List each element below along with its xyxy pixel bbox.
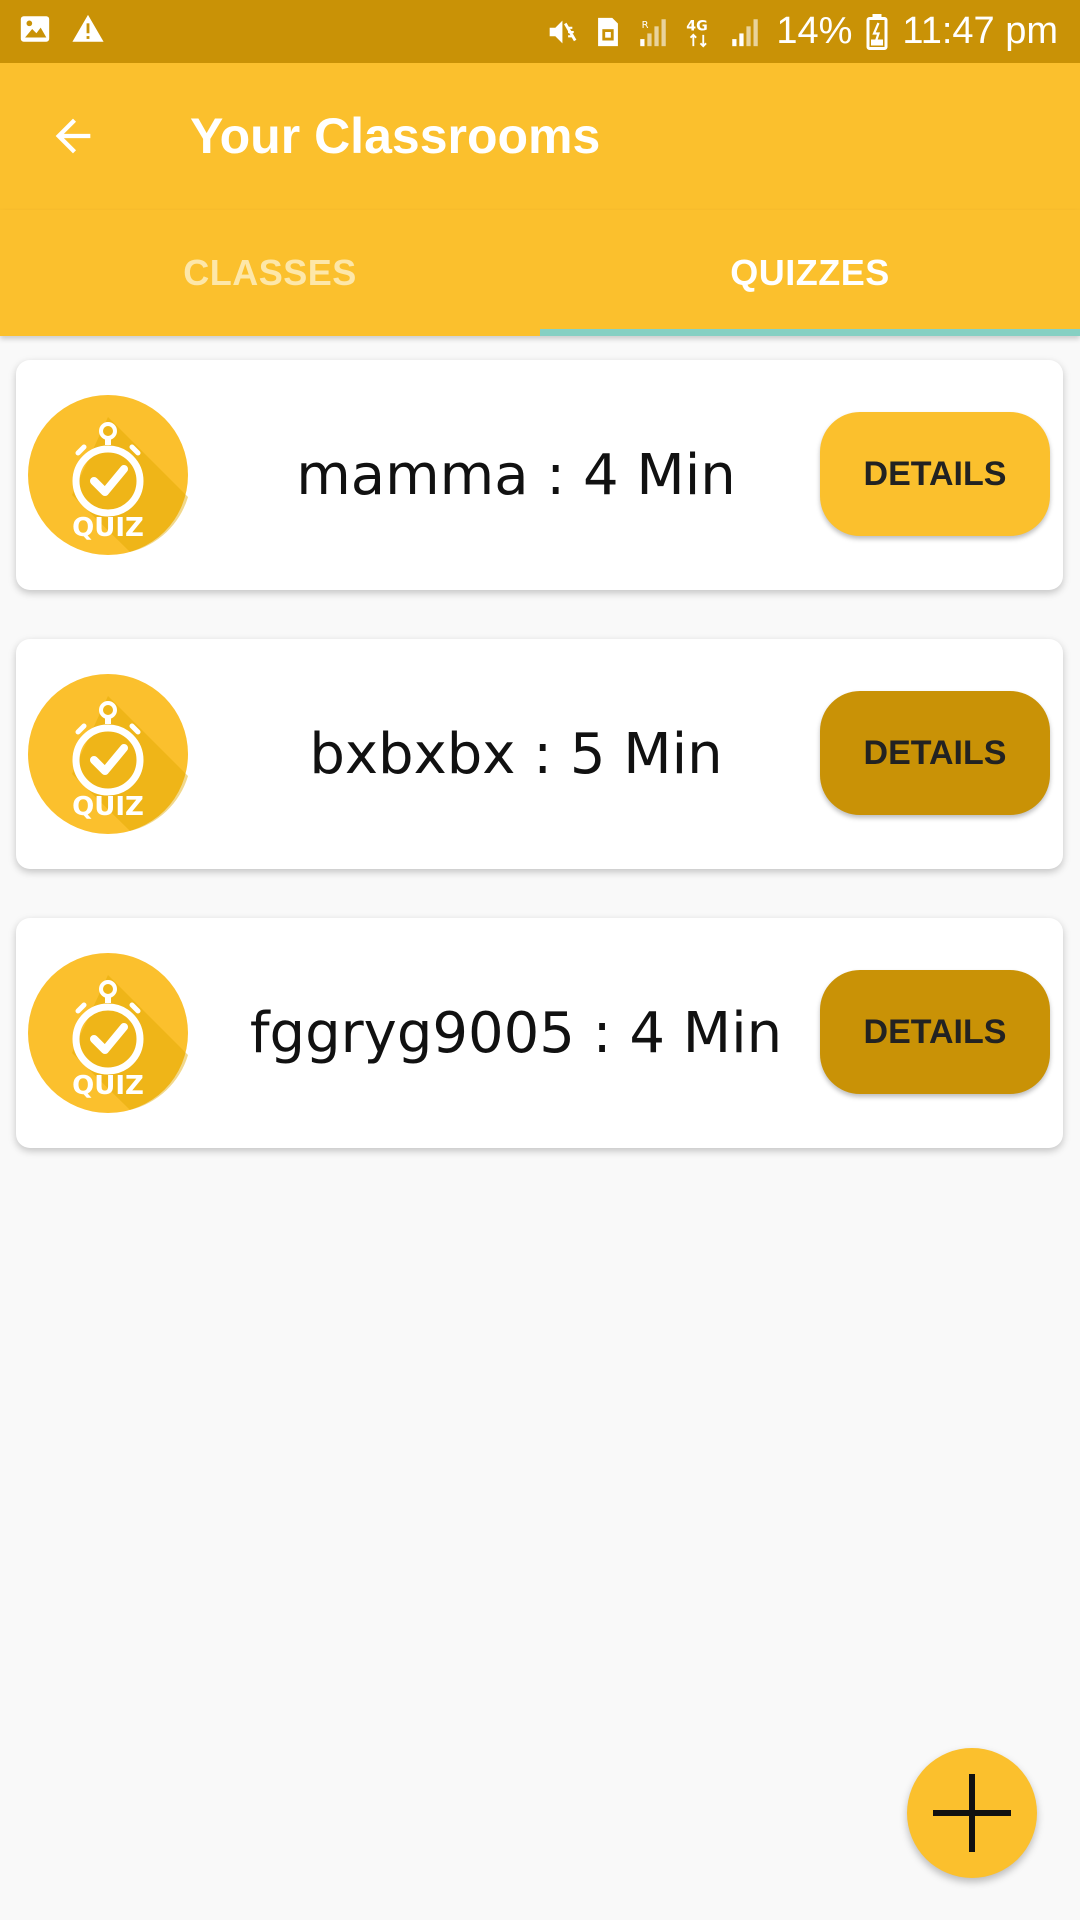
details-button[interactable]: DETAILS [820,412,1050,536]
4g-icon: 4G [684,15,714,49]
status-bar: R 4G 14% 11:47 pm [0,0,1080,63]
quiz-title: mamma : 4 Min [296,442,736,508]
quiz-card[interactable]: QUIZ bxbxbx : 5 Min DETAILS [16,639,1063,869]
quiz-title: fggryg9005 : 4 Min [249,1000,783,1066]
status-time: 11:47 pm [902,10,1058,52]
svg-text:4G: 4G [687,18,708,34]
page-title: Your Classrooms [190,108,601,164]
signal-icon [728,15,762,49]
tab-classes[interactable]: CLASSES [0,210,540,336]
tab-indicator [540,329,1080,336]
back-button[interactable] [40,103,106,169]
quiz-card[interactable]: QUIZ mamma : 4 Min DETAILS [16,360,1063,590]
signal-icon: R [636,15,670,49]
quiz-badge-text: QUIZ [72,1071,144,1101]
quiz-card[interactable]: QUIZ fggryg9005 : 4 Min DETAILS [16,918,1063,1148]
status-right: R 4G 14% 11:47 pm [542,0,1058,63]
add-quiz-button[interactable] [907,1748,1037,1878]
plus-icon [933,1774,1011,1852]
quiz-badge-text: QUIZ [72,513,144,543]
quiz-badge-icon: QUIZ [28,953,188,1113]
sim-icon [594,15,622,49]
tab-bar: CLASSES QUIZZES [0,210,1080,336]
quiz-badge-icon: QUIZ [28,674,188,834]
image-icon [18,12,52,46]
arrow-back-icon [55,118,91,154]
svg-text:R: R [642,19,649,30]
battery-icon [866,13,888,50]
details-button[interactable]: DETAILS [820,970,1050,1094]
battery-percent: 14% [776,10,853,52]
quiz-badge-icon: QUIZ [28,395,188,555]
vibrate-icon [542,15,580,49]
tab-quizzes[interactable]: QUIZZES [540,210,1080,336]
quiz-badge-text: QUIZ [72,792,144,822]
quiz-title: bxbxbx : 5 Min [309,721,723,787]
status-left [18,12,106,46]
warning-icon [70,12,106,46]
app-bar: Your Classrooms [0,63,1080,210]
details-button[interactable]: DETAILS [820,691,1050,815]
